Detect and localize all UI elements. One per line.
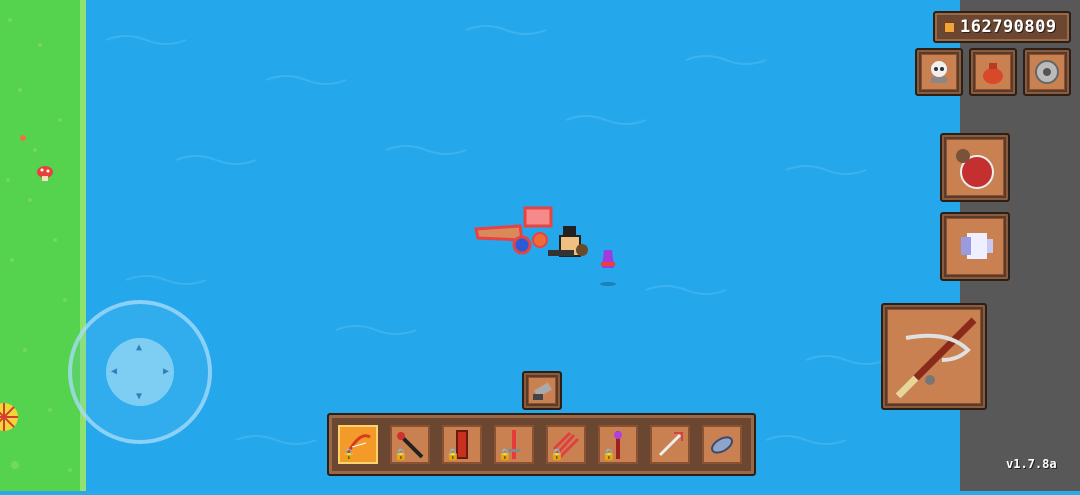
lock-icon: 🔒 <box>602 448 616 461</box>
arrow-left-icon: ◀ <box>111 366 118 377</box>
dash-button[interactable] <box>940 212 1010 281</box>
flower-icon <box>20 135 26 141</box>
virtual-joystick[interactable]: ▲ ▼ ◀ ▶ <box>68 300 212 444</box>
potion-icon <box>956 149 994 189</box>
skull-trophy-button[interactable] <box>915 48 963 96</box>
hotbar-slot-1[interactable]: 🔒 <box>338 425 378 464</box>
ghost-dash-icon <box>961 233 993 259</box>
hotbar: 🔒 🔒 🔒 🔒 🔒 🔒 <box>327 413 756 476</box>
squid-enemy <box>600 250 616 286</box>
equipped-weapon-button[interactable] <box>881 303 987 410</box>
lock-icon: 🔒 <box>498 448 512 461</box>
coin-value: 162790809 <box>960 17 1057 37</box>
fish-icon <box>711 436 733 454</box>
mushroom-icon <box>37 166 53 181</box>
hotbar-slot-4[interactable]: 🔒 <box>494 425 534 464</box>
arrow-up-icon: ▲ <box>136 342 143 353</box>
striped-ball-icon <box>0 403 18 431</box>
fish-bone-icon <box>658 432 683 457</box>
skull-trophy-icon <box>931 61 947 83</box>
player-character <box>474 206 588 257</box>
version-label: v1.7.8a <box>1006 457 1057 471</box>
hotbar-slot-7[interactable] <box>650 425 690 464</box>
lock-icon: 🔒 <box>550 448 564 461</box>
extra-item-slot[interactable] <box>522 371 562 410</box>
lock-icon: 🔒 <box>342 448 356 461</box>
lock-icon: 🔒 <box>394 448 408 461</box>
gear-icon <box>1035 60 1059 84</box>
grass-details <box>0 18 72 472</box>
fishing-rod-icon <box>895 317 977 399</box>
loot-bag-button[interactable] <box>969 48 1017 96</box>
settings-button[interactable] <box>1023 48 1071 96</box>
hotbar-slot-8[interactable] <box>702 425 742 464</box>
hotbar-slot-2[interactable]: 🔒 <box>390 425 430 464</box>
hotbar-slot-5[interactable]: 🔒 <box>546 425 586 464</box>
grass-shore <box>0 0 86 491</box>
hotbar-slot-6[interactable]: 🔒 <box>598 425 638 464</box>
potion-button[interactable] <box>940 133 1010 202</box>
lock-icon: 🔒 <box>446 448 460 461</box>
arrow-right-icon: ▶ <box>162 366 169 377</box>
coin-icon <box>944 21 955 33</box>
coin-counter: 162790809 <box>933 11 1071 43</box>
joystick-knob[interactable]: ▲ ▼ ◀ ▶ <box>106 338 174 406</box>
cannon-icon <box>533 382 552 400</box>
arrow-down-icon: ▼ <box>136 391 143 402</box>
loot-bag-icon <box>983 63 1003 84</box>
hotbar-slot-3[interactable]: 🔒 <box>442 425 482 464</box>
